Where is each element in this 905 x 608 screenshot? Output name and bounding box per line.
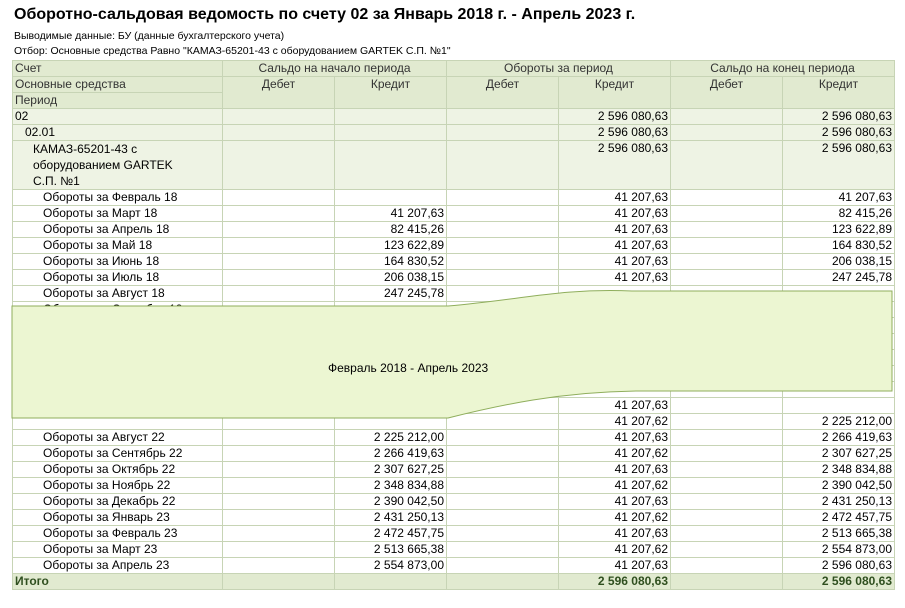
callout-banner-shape xyxy=(11,290,893,419)
callout-text: Февраль 2018 - Апрель 2023 xyxy=(328,361,489,375)
period-callout xyxy=(11,290,893,419)
